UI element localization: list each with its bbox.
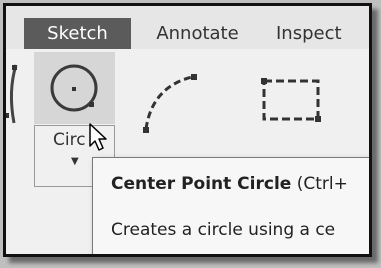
ribbon-window: Sketch Annotate Inspect Circ ▼ Center Po… xyxy=(3,3,372,257)
tooltip: Center Point Circle (Ctrl+ Creates a cir… xyxy=(92,157,369,254)
tab-annotate[interactable]: Annotate xyxy=(137,18,258,49)
ribbon-tab-bar: Sketch Annotate Inspect xyxy=(6,6,369,49)
mouse-cursor-icon xyxy=(89,123,107,151)
tab-sketch[interactable]: Sketch xyxy=(24,18,131,49)
rectangle-icon[interactable] xyxy=(254,71,326,127)
tooltip-description: Creates a circle using a ce xyxy=(111,220,336,240)
center-point-circle-button[interactable] xyxy=(34,52,115,124)
tooltip-title-row: Center Point Circle (Ctrl+ xyxy=(111,174,348,194)
tab-inspect[interactable]: Inspect xyxy=(268,18,369,49)
caret-down-icon[interactable]: ▼ xyxy=(71,156,79,167)
arc-icon[interactable] xyxy=(136,67,206,137)
center-point-circle-icon xyxy=(50,64,98,112)
tooltip-title: Center Point Circle xyxy=(111,174,292,194)
partial-tool-icon[interactable] xyxy=(3,61,28,131)
circle-tool-label: Circ xyxy=(53,130,86,150)
tooltip-shortcut: (Ctrl+ xyxy=(291,174,348,194)
